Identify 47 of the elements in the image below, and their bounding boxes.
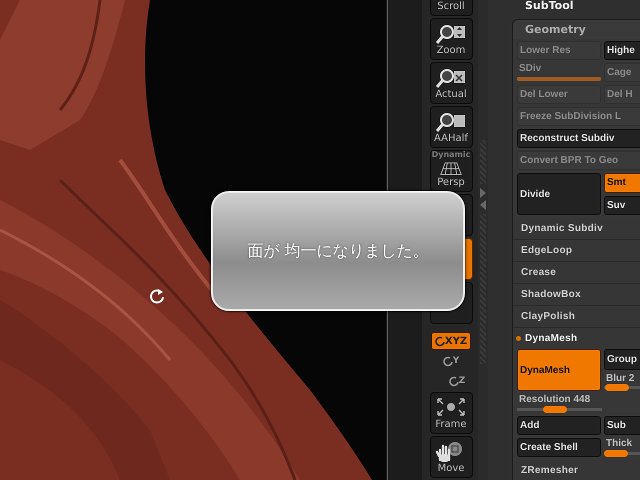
- panel-button[interactable]: DynaMesh: [517, 349, 601, 391]
- magnifier-icon: [435, 110, 467, 132]
- frame-icon: [435, 396, 467, 418]
- subpalette-header[interactable]: Dynamic Subdiv: [521, 223, 603, 234]
- subpalette-title[interactable]: Geometry: [513, 20, 640, 39]
- subpalette-header[interactable]: EdgeLoop: [521, 245, 572, 256]
- slider-thumb[interactable]: [604, 384, 629, 391]
- panel-title: SubTool: [524, 0, 575, 14]
- rotate-icon: [442, 355, 453, 367]
- rotate-icon: [448, 375, 459, 387]
- rotate-icon: [434, 335, 445, 347]
- slider-thumb[interactable]: [604, 450, 628, 457]
- rotate-cursor-icon: [148, 287, 166, 305]
- panel-button[interactable]: Sub: [604, 416, 640, 435]
- axis-rotate-button[interactable]: Y: [442, 352, 460, 370]
- notification-message: 面が 均一になりました。: [247, 240, 429, 262]
- panel-button[interactable]: Group: [604, 349, 640, 370]
- axis-rotate-button[interactable]: Z: [448, 372, 466, 390]
- xyz-rotate-button[interactable]: XYZ: [431, 332, 471, 350]
- slider-label: Blur 2: [605, 372, 636, 384]
- caption-label: Dynamic: [432, 151, 470, 159]
- panel-button[interactable]: Add: [517, 416, 601, 435]
- subpalette-header[interactable]: ShadowBox: [521, 289, 581, 300]
- slider-label: SDiv: [518, 63, 542, 75]
- subpalette-header[interactable]: DynaMesh: [525, 333, 578, 344]
- slider-label: Resolution 448: [518, 394, 592, 406]
- panel-button[interactable]: Smt: [604, 173, 640, 192]
- magnifier-icon: [435, 22, 467, 44]
- subpalette-header[interactable]: ClayPolish: [521, 311, 576, 322]
- panel-button[interactable]: Divide: [517, 173, 601, 215]
- frame-button[interactable]: Frame: [430, 392, 472, 434]
- scroll-button[interactable]: Scroll: [430, 0, 472, 16]
- panel-button[interactable]: Reconstruct Subdiv: [517, 129, 640, 148]
- collapse-arrows-icon[interactable]: [479, 188, 487, 210]
- slider-label: Thick: [605, 438, 634, 450]
- actual-button[interactable]: Actual: [430, 62, 472, 104]
- panel-button[interactable]: Create Shell: [517, 438, 601, 457]
- magnifier-icon: [435, 66, 467, 88]
- subpalette-header[interactable]: Crease: [521, 267, 556, 278]
- zoom-button[interactable]: Zoom: [430, 18, 472, 60]
- panel-button[interactable]: Highe: [604, 41, 640, 60]
- panel-button[interactable]: Suv: [604, 196, 640, 215]
- slider-thumb[interactable]: [542, 406, 567, 413]
- move-button[interactable]: Move: [430, 436, 472, 478]
- perspective-button[interactable]: Dynamic Persp: [430, 150, 472, 192]
- subpalette-header[interactable]: ZRemesher: [521, 465, 578, 476]
- aahalf-button[interactable]: AAHalf: [430, 106, 472, 148]
